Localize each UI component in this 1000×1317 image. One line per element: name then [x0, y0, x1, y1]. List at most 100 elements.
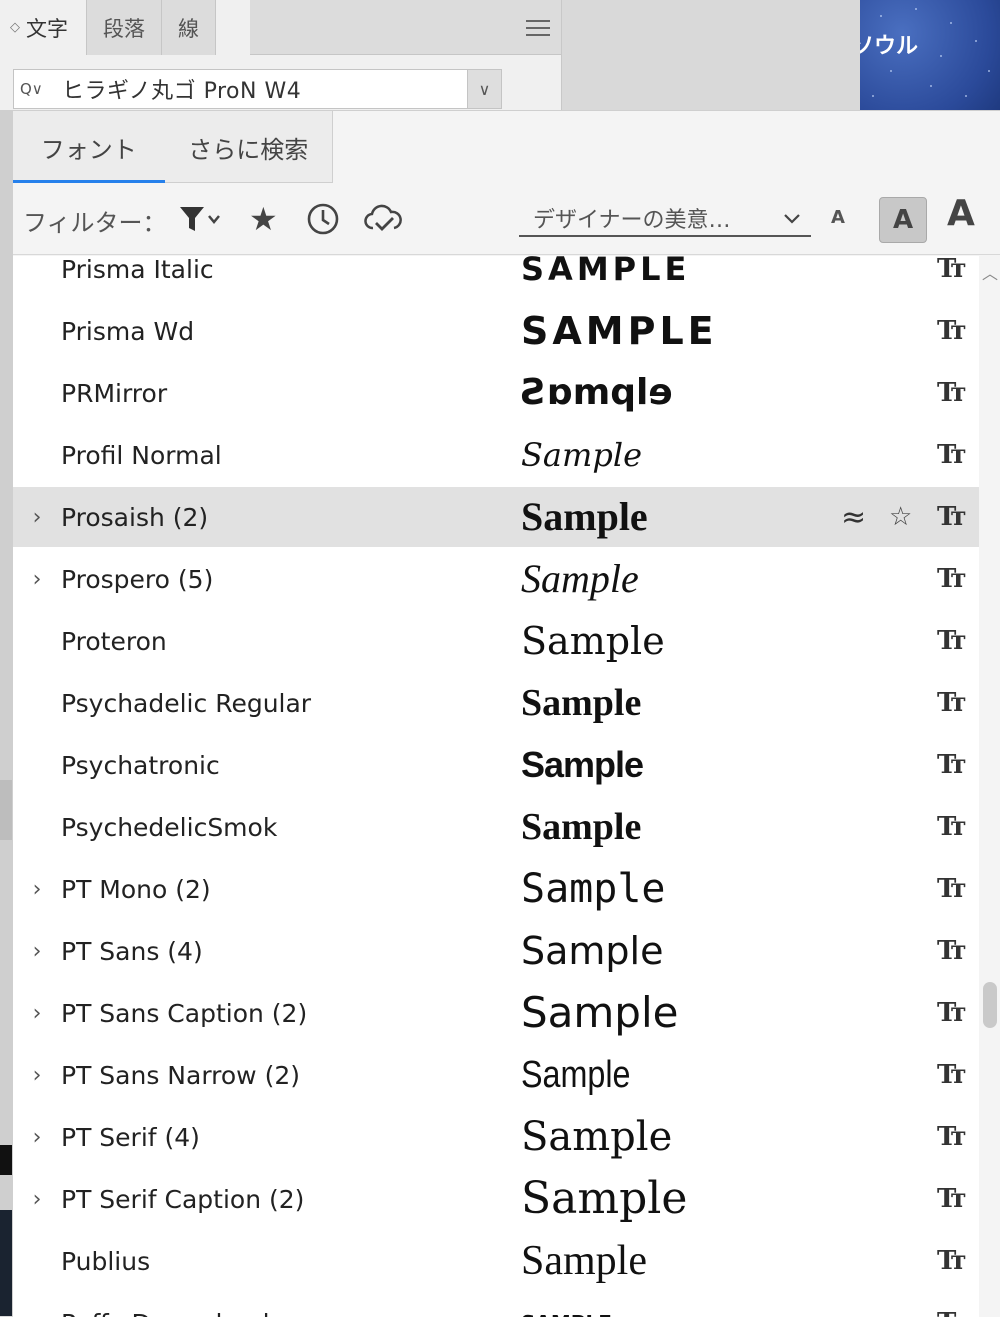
- font-row[interactable]: Profil NormalSampleTт: [13, 425, 979, 485]
- font-row[interactable]: › PT Sans Caption (2) Sample Tт: [13, 983, 979, 1043]
- tab-character[interactable]: ◇ 文字: [0, 0, 87, 55]
- chevron-right-icon[interactable]: ›: [27, 1187, 47, 1212]
- chevron-right-icon[interactable]: ›: [27, 505, 47, 530]
- star-dot: [890, 70, 892, 72]
- font-row[interactable]: PsychedelicSmokSampleTт: [13, 797, 979, 857]
- tab-stroke[interactable]: 線: [162, 0, 216, 55]
- font-type-icon: Tт: [937, 750, 960, 780]
- funnel-icon[interactable]: [178, 201, 224, 237]
- cloud-check-icon[interactable]: [363, 201, 403, 237]
- font-sample: Sample: [521, 1056, 631, 1094]
- font-row[interactable]: ›Prosaish (2)Sample≈☆Tт: [13, 487, 979, 547]
- font-row[interactable]: ›PT Serif (4)SampleTт: [13, 1107, 979, 1167]
- favorite-star-icon[interactable]: ☆: [889, 502, 912, 532]
- font-type-icon: Tт: [937, 564, 960, 594]
- scroll-up-icon[interactable]: ︿: [982, 260, 998, 284]
- font-type-icon: Tт: [937, 998, 960, 1028]
- font-name: PT Sans Narrow (2): [61, 1061, 300, 1090]
- updown-icon: ◇: [10, 20, 20, 35]
- font-family-dropdown-button[interactable]: ∨: [467, 69, 502, 109]
- desktop-text: ソウル: [860, 28, 918, 60]
- background-strip: [0, 1145, 12, 1175]
- sample-size-medium-button[interactable]: A: [879, 197, 927, 243]
- chevron-right-icon[interactable]: ›: [27, 567, 47, 592]
- chevron-right-icon[interactable]: ›: [27, 1125, 47, 1150]
- font-row[interactable]: ›Prospero (5)SampleTт: [13, 549, 979, 609]
- font-row[interactable]: ›PT Mono (2)SampleTт: [13, 859, 979, 919]
- background-strip: [0, 110, 12, 1316]
- font-name: PT Mono (2): [61, 875, 211, 904]
- sample-size-small-button[interactable]: A: [831, 207, 845, 228]
- sample-size-large-button[interactable]: A: [947, 193, 975, 234]
- font-list: Prisma ItalicSAMPLETтPrisma WdSAMPLETтPR…: [13, 256, 979, 1317]
- font-type-icon: Tт: [937, 378, 960, 408]
- font-name: PT Sans (4): [61, 937, 203, 966]
- font-name: Publius: [61, 1247, 150, 1276]
- clock-icon[interactable]: [305, 201, 341, 237]
- font-name: Psychatronic: [61, 751, 220, 780]
- scrollbar[interactable]: ︿: [979, 256, 1000, 1317]
- similar-fonts-dropdown[interactable]: デザイナーの美意…: [519, 201, 811, 237]
- character-panel: ◇ 文字 段落 線 Q∨ ヒラギノ丸ゴ ProN W4 ∨: [0, 0, 562, 110]
- font-name: PT Sans Caption (2): [61, 999, 307, 1028]
- star-dot: [975, 40, 977, 42]
- star-dot: [880, 15, 882, 17]
- font-sample: Sample: [521, 747, 643, 783]
- font-row[interactable]: Puffy DreamlandSAMPLETт: [13, 1293, 979, 1317]
- font-sample: Sample: [521, 1177, 687, 1221]
- tab-fonts[interactable]: フォント: [13, 111, 165, 183]
- chevron-right-icon[interactable]: ›: [27, 1063, 47, 1088]
- chevron-right-icon[interactable]: ›: [27, 939, 47, 964]
- tab-label: 線: [178, 13, 199, 43]
- tab-paragraph[interactable]: 段落: [87, 0, 162, 55]
- star-dot: [965, 95, 967, 97]
- font-sample: Sample: [521, 992, 678, 1034]
- font-row[interactable]: PubliusSampleTт: [13, 1231, 979, 1291]
- font-name: PsychedelicSmok: [61, 813, 277, 842]
- search-icon[interactable]: Q∨: [14, 80, 62, 98]
- tab-label: 文字: [26, 13, 68, 43]
- filter-label: フィルター：: [23, 203, 167, 238]
- font-list-popup: フォント さらに検索 フィルター： ★ デザイナーの美意… A A A Pris…: [12, 110, 1000, 1316]
- font-row[interactable]: › PT Sans (4) Sample Tт: [13, 921, 979, 981]
- font-type-icon: Tт: [937, 812, 960, 842]
- font-row[interactable]: PRMirrorƧɒmqlɘTт: [13, 363, 979, 423]
- desktop-background: ソウル: [860, 0, 1000, 110]
- panel-menu-icon[interactable]: [526, 20, 550, 36]
- font-type-icon: Tт: [937, 936, 960, 966]
- chevron-right-icon[interactable]: ›: [27, 877, 47, 902]
- font-row[interactable]: Prisma ItalicSAMPLETт: [13, 256, 979, 299]
- star-dot: [988, 70, 990, 72]
- font-type-icon: Tт: [937, 1060, 960, 1090]
- chevron-right-icon[interactable]: ›: [27, 1001, 47, 1026]
- show-similar-icon[interactable]: ≈: [841, 500, 866, 535]
- font-name: PT Serif Caption (2): [61, 1185, 304, 1214]
- font-type-icon: Tт: [937, 626, 960, 656]
- font-name: Psychadelic Regular: [61, 689, 311, 718]
- font-type-icon: Tт: [937, 688, 960, 718]
- font-row[interactable]: Prisma WdSAMPLETт: [13, 301, 979, 361]
- font-type-icon: Tт: [937, 256, 960, 284]
- font-name: PRMirror: [61, 379, 167, 408]
- star-icon[interactable]: ★: [249, 201, 278, 237]
- font-sample: Sample: [521, 497, 648, 537]
- font-sample: Sample: [521, 439, 642, 471]
- font-sample: Sample: [521, 559, 639, 599]
- font-family-input[interactable]: Q∨ ヒラギノ丸ゴ ProN W4: [13, 69, 468, 109]
- font-row[interactable]: Psychadelic RegularSampleTт: [13, 673, 979, 733]
- font-row[interactable]: ProteronSampleTт: [13, 611, 979, 671]
- font-family-value[interactable]: ヒラギノ丸ゴ ProN W4: [62, 73, 301, 105]
- font-name: Prisma Italic: [61, 256, 214, 284]
- font-row[interactable]: Psychatronic Sample Tт: [13, 735, 979, 795]
- font-sample: Sample: [521, 932, 663, 970]
- font-row[interactable]: ›PT Serif Caption (2)SampleTт: [13, 1169, 979, 1229]
- font-row[interactable]: › PT Sans Narrow (2) Sample Tт: [13, 1045, 979, 1105]
- tab-find-more[interactable]: さらに検索: [165, 111, 332, 183]
- chevron-down-icon: [783, 206, 801, 231]
- scrollbar-thumb[interactable]: [983, 982, 997, 1028]
- font-name: Proteron: [61, 627, 167, 656]
- font-name: Prisma Wd: [61, 317, 194, 346]
- filter-bar: フィルター： ★ デザイナーの美意… A A A: [13, 183, 1000, 255]
- font-type-icon: Tт: [937, 1246, 960, 1276]
- background-strip: [0, 780, 12, 840]
